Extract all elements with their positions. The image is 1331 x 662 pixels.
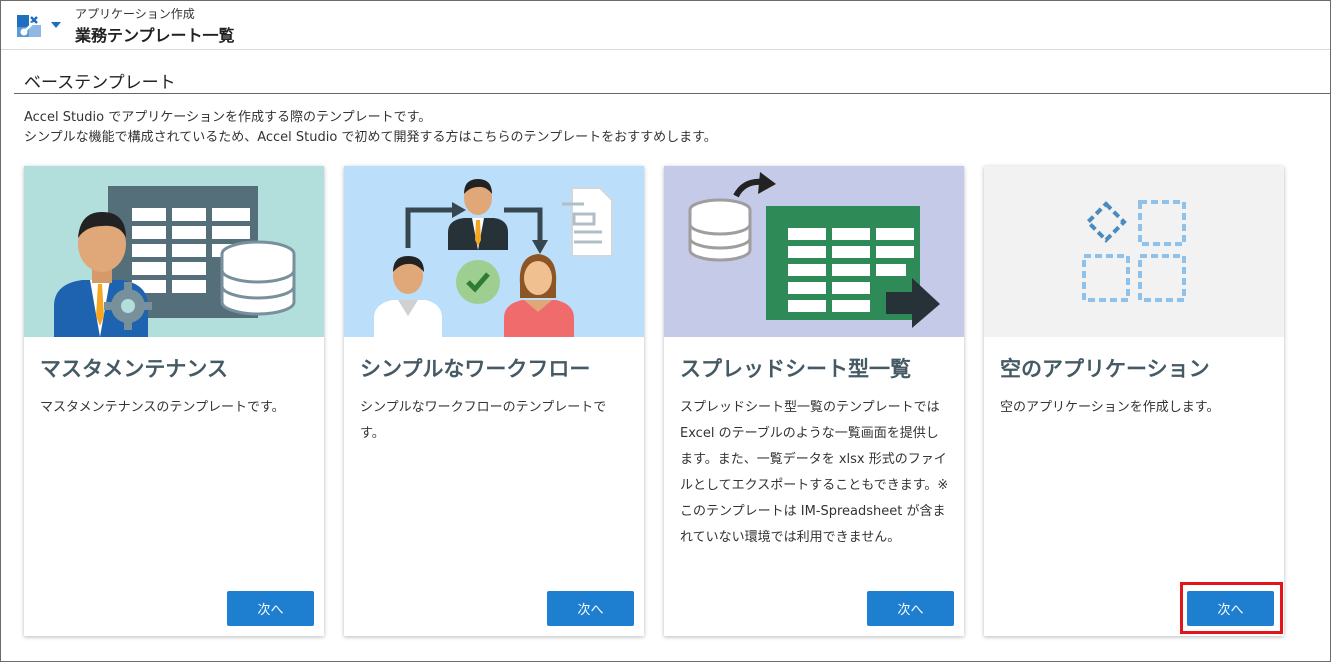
next-button[interactable]: 次へ bbox=[227, 591, 314, 626]
next-button[interactable]: 次へ bbox=[867, 591, 954, 626]
next-button[interactable]: 次へ bbox=[547, 591, 634, 626]
card-title: 空のアプリケーション bbox=[1000, 357, 1210, 381]
page-header: アプリケーション作成 業務テンプレート一覧 bbox=[1, 1, 1330, 50]
card-title: スプレッドシート型一覧 bbox=[680, 357, 911, 381]
empty-app-illustration bbox=[984, 166, 1284, 337]
card-title: シンプルなワークフロー bbox=[360, 357, 591, 381]
highlight-annotation bbox=[1180, 582, 1283, 634]
spreadsheet-illustration bbox=[664, 166, 964, 337]
page-title: 業務テンプレート一覧 bbox=[75, 26, 235, 45]
template-card-empty-application: 空のアプリケーション 空のアプリケーションを作成します。 次へ bbox=[984, 166, 1284, 636]
template-card-simple-workflow: シンプルなワークフロー シンプルなワークフローのテンプレートです。 次へ bbox=[344, 166, 644, 636]
workflow-illustration bbox=[344, 166, 644, 337]
breadcrumb: アプリケーション作成 bbox=[75, 7, 195, 21]
section-title: ベーステンプレート bbox=[24, 73, 176, 93]
section-description-line2: シンプルな機能で構成されているため、Accel Studio で初めて開発する方… bbox=[24, 130, 717, 145]
card-description: 空のアプリケーションを作成します。 bbox=[1000, 400, 1220, 415]
card-description: スプレッドシート型一覧のテンプレートでは Excel のテーブルのような一覧画面… bbox=[680, 400, 949, 545]
caret-down-icon[interactable] bbox=[51, 21, 61, 29]
app-settings-icon[interactable] bbox=[15, 13, 43, 39]
card-description: シンプルなワークフローのテンプレートです。 bbox=[360, 400, 607, 441]
section-description-line1: Accel Studio でアプリケーションを作成する際のテンプレートです。 bbox=[24, 110, 432, 125]
card-description: マスタメンテナンスのテンプレートです。 bbox=[40, 400, 285, 415]
template-card-master-maintenance: マスタメンテナンス マスタメンテナンスのテンプレートです。 次へ bbox=[24, 166, 324, 636]
master-maintenance-illustration bbox=[24, 166, 324, 337]
template-card-spreadsheet-list: スプレッドシート型一覧 スプレッドシート型一覧のテンプレートでは Excel の… bbox=[664, 166, 964, 636]
section-divider bbox=[14, 93, 1330, 94]
card-title: マスタメンテナンス bbox=[40, 357, 228, 381]
